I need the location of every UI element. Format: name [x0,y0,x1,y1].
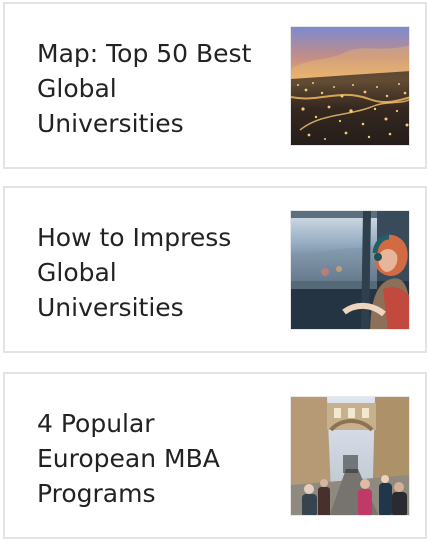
student-on-train-window-image [291,211,409,329]
historic-street-bridge-image[interactable] [290,396,410,516]
article-card[interactable]: 4 Popular European MBA Programs [3,372,427,539]
night-city-aerial-image [291,27,409,145]
night-city-aerial-image[interactable] [290,26,410,146]
article-title-link[interactable]: Map: Top 50 Best Global Universities [37,36,269,141]
student-on-train-window-image[interactable] [290,210,410,330]
article-card[interactable]: How to Impress Global Universities [3,186,427,353]
historic-street-bridge-image [291,397,409,515]
article-title-link[interactable]: How to Impress Global Universities [37,220,269,325]
article-title-link[interactable]: 4 Popular European MBA Programs [37,406,269,511]
article-card[interactable]: Map: Top 50 Best Global Universities [3,2,427,169]
